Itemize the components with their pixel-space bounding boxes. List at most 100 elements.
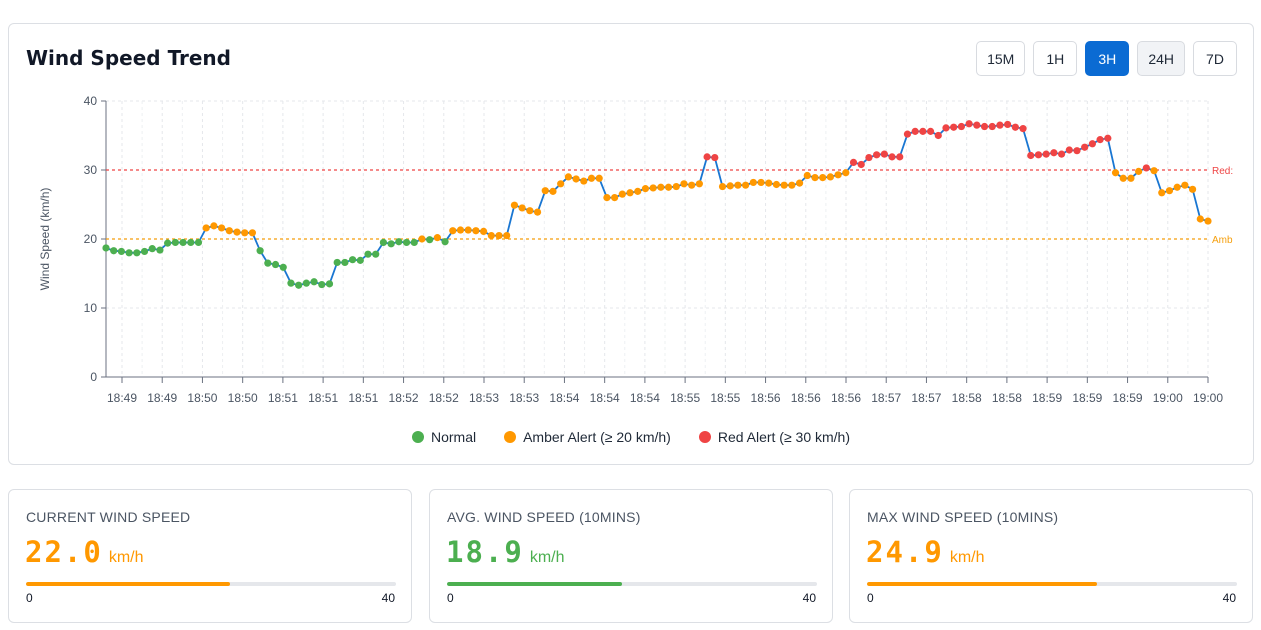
data-point — [595, 174, 603, 182]
stat-label: CURRENT WIND SPEED — [26, 509, 191, 525]
stat-value: 18.9 — [446, 535, 524, 569]
data-point — [310, 278, 318, 286]
current-wind-speed-card: CURRENT WIND SPEED 22.0 km/h 0 40 — [8, 489, 412, 623]
wind-speed-chart-card: Wind Speed Trend 15M 1H 3H 24H 7D 0 10 20 3… — [8, 23, 1254, 465]
data-point — [649, 184, 657, 192]
data-point — [865, 153, 873, 162]
data-point — [1150, 167, 1158, 175]
data-point — [1165, 187, 1174, 195]
legend-normal[interactable]: Normal — [411, 429, 477, 445]
data-point — [356, 256, 364, 264]
data-point — [449, 227, 457, 235]
data-point — [487, 231, 495, 240]
wind-speed-line — [105, 122, 1209, 287]
data-point — [125, 249, 133, 257]
data-point — [295, 281, 303, 289]
x-tick-label: 18:57 — [871, 391, 901, 405]
data-points — [102, 120, 1212, 289]
data-point — [811, 173, 819, 182]
data-point — [279, 263, 287, 271]
x-tick-label: 18:56 — [791, 391, 821, 405]
data-point — [179, 238, 187, 247]
stat-progress-fill — [867, 582, 1098, 586]
data-point — [788, 181, 796, 189]
legend-amber[interactable]: Amber Alert (≥ 20 km/h) — [504, 429, 671, 445]
data-point — [911, 127, 919, 135]
legend-red[interactable]: Red Alert (≥ 30 km/h) — [698, 429, 850, 445]
data-point — [1142, 164, 1150, 172]
data-point — [772, 180, 781, 189]
stat-progress-track — [447, 582, 817, 586]
x-tick-label: 18:49 — [107, 391, 137, 405]
data-point — [849, 158, 858, 167]
data-point — [965, 120, 973, 128]
data-point — [495, 231, 503, 240]
data-point — [603, 194, 611, 202]
stat-max-label: 40 — [1222, 591, 1236, 605]
data-point — [1127, 174, 1135, 182]
data-point — [1027, 151, 1035, 160]
data-point — [464, 226, 472, 234]
data-point — [695, 180, 703, 188]
data-point — [164, 239, 172, 247]
data-point — [110, 247, 118, 255]
data-point — [1135, 167, 1143, 175]
data-point — [742, 181, 750, 189]
data-point — [557, 180, 565, 188]
data-point — [187, 238, 195, 247]
x-tick-label: 18:56 — [831, 391, 861, 405]
data-point — [1065, 146, 1073, 154]
stat-value: 24.9 — [866, 535, 944, 569]
data-point — [140, 247, 149, 256]
data-point — [102, 244, 110, 252]
stat-progress-track — [26, 582, 396, 586]
stat-label: AVG. WIND SPEED (10MINS) — [447, 509, 641, 525]
legend-normal-label: Normal — [430, 429, 477, 445]
amber-dot-icon — [504, 431, 517, 443]
data-point — [857, 160, 865, 169]
avg-wind-speed-card: AVG. WIND SPEED (10MINS) 18.9 km/h 0 40 — [429, 489, 833, 623]
data-point — [349, 256, 357, 264]
data-point — [210, 222, 218, 230]
data-point — [934, 131, 942, 140]
data-point — [302, 279, 310, 287]
data-point — [626, 189, 634, 197]
data-point — [441, 238, 449, 246]
x-tick-label: 18:56 — [751, 391, 781, 405]
data-point — [711, 153, 719, 162]
data-point — [903, 130, 912, 138]
x-tick-label: 18:54 — [590, 391, 620, 405]
stat-unit: km/h — [949, 549, 985, 566]
data-point — [256, 247, 264, 255]
x-tick-label: 18:50 — [228, 391, 258, 405]
data-point — [834, 171, 842, 179]
chart-legend: Normal Amber Alert (≥ 20 km/h) Red Alert… — [9, 429, 1253, 445]
data-point — [325, 280, 334, 288]
data-point — [957, 122, 965, 131]
x-tick-label: 18:51 — [308, 391, 338, 405]
data-point — [1050, 149, 1058, 157]
chart-axes: 0 10 20 30 40 18:49 18:49 18:50 18:50 18:51 18:51 1… — [84, 94, 1224, 405]
x-tick-label: 19:00 — [1193, 391, 1223, 405]
data-point — [1119, 174, 1127, 182]
stat-min-label: 0 — [26, 591, 33, 605]
data-point — [564, 173, 572, 181]
data-point — [510, 201, 519, 209]
data-point — [973, 121, 981, 129]
data-point — [680, 180, 688, 188]
data-point — [980, 122, 989, 131]
data-point — [950, 123, 958, 131]
stat-max-label: 40 — [802, 591, 816, 605]
data-point — [241, 229, 249, 237]
data-point — [1188, 185, 1197, 193]
x-tick-label: 18:53 — [469, 391, 499, 405]
data-point — [880, 150, 888, 158]
y-tick-label: 10 — [84, 301, 98, 315]
x-tick-label: 18:59 — [1113, 391, 1143, 405]
stat-value: 22.0 — [25, 535, 103, 569]
x-tick-label: 18:51 — [348, 391, 378, 405]
data-point — [472, 227, 480, 235]
normal-dot-icon — [411, 431, 424, 443]
x-tick-label: 18:54 — [630, 391, 660, 405]
data-point — [426, 236, 434, 244]
